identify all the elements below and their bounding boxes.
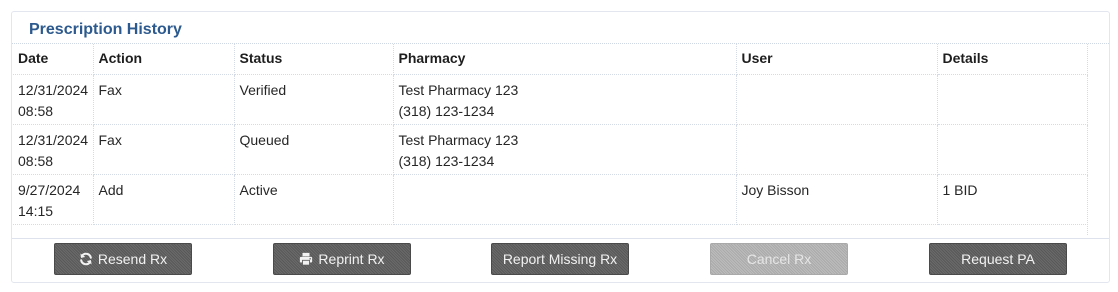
table-row[interactable]: 12/31/2024 08:58 Fax Queued Test Pharmac… bbox=[13, 124, 1088, 175]
cell-user bbox=[736, 74, 938, 125]
request-pa-label: Request PA bbox=[961, 251, 1035, 267]
date-value: 12/31/2024 bbox=[18, 81, 89, 98]
table-row[interactable]: 9/27/2024 14:15 Add Active Joy Bisson 1 … bbox=[13, 174, 1088, 225]
cell-pharmacy: Test Pharmacy 123 (318) 123-1234 bbox=[393, 74, 737, 125]
resend-rx-button[interactable]: Resend Rx bbox=[54, 243, 192, 275]
pharmacy-phone: (318) 123-1234 bbox=[398, 152, 495, 169]
prescription-history-panel: Prescription History Date Action Status … bbox=[11, 11, 1110, 283]
cell-status: Queued bbox=[234, 124, 394, 175]
cell-user bbox=[736, 124, 938, 175]
cell-date: 12/31/2024 08:58 bbox=[13, 124, 94, 175]
cell-action: Add bbox=[93, 174, 235, 225]
cell-details bbox=[937, 124, 1088, 175]
table-scroll-gutter bbox=[1087, 44, 1109, 235]
cell-pharmacy: Test Pharmacy 123 (318) 123-1234 bbox=[393, 124, 737, 175]
prescription-history-table: Date Action Status Pharmacy User Details… bbox=[13, 44, 1088, 225]
cell-action: Fax bbox=[93, 124, 235, 175]
panel-title: Prescription History bbox=[29, 21, 182, 38]
cell-date: 9/27/2024 14:15 bbox=[13, 174, 94, 225]
column-header-status[interactable]: Status bbox=[234, 44, 394, 75]
button-bar-divider bbox=[12, 238, 1109, 239]
report-missing-rx-button[interactable]: Report Missing Rx bbox=[491, 243, 629, 275]
column-header-action[interactable]: Action bbox=[93, 44, 235, 75]
cell-details bbox=[937, 74, 1088, 125]
column-header-details[interactable]: Details bbox=[937, 44, 1088, 75]
table-header-row: Date Action Status Pharmacy User Details bbox=[13, 44, 1088, 75]
time-value: 14:15 bbox=[18, 202, 54, 219]
report-missing-rx-label: Report Missing Rx bbox=[502, 251, 618, 267]
cell-status: Active bbox=[234, 174, 394, 225]
cancel-rx-button[interactable]: Cancel Rx bbox=[710, 243, 848, 275]
refresh-icon bbox=[79, 252, 93, 266]
cell-date: 12/31/2024 08:58 bbox=[13, 74, 94, 125]
reprint-rx-label: Reprint Rx bbox=[318, 251, 385, 267]
pharmacy-name: Test Pharmacy 123 bbox=[398, 81, 519, 98]
cancel-rx-label: Cancel Rx bbox=[746, 251, 812, 267]
cell-status: Verified bbox=[234, 74, 394, 125]
print-icon bbox=[299, 252, 313, 266]
pharmacy-phone: (318) 123-1234 bbox=[398, 102, 495, 119]
cell-user: Joy Bisson bbox=[736, 174, 938, 225]
time-value: 08:58 bbox=[18, 152, 54, 169]
column-header-user[interactable]: User bbox=[736, 44, 938, 75]
cell-action: Fax bbox=[93, 74, 235, 125]
pharmacy-name: Test Pharmacy 123 bbox=[398, 131, 519, 148]
table-row[interactable]: 12/31/2024 08:58 Fax Verified Test Pharm… bbox=[13, 74, 1088, 125]
reprint-rx-button[interactable]: Reprint Rx bbox=[273, 243, 411, 275]
cell-details: 1 BID bbox=[937, 174, 1088, 225]
date-value: 12/31/2024 bbox=[18, 131, 89, 148]
column-header-pharmacy[interactable]: Pharmacy bbox=[393, 44, 737, 75]
cell-pharmacy bbox=[393, 174, 737, 225]
date-value: 9/27/2024 bbox=[18, 181, 81, 198]
resend-rx-label: Resend Rx bbox=[97, 251, 168, 267]
column-header-date[interactable]: Date bbox=[13, 44, 94, 75]
request-pa-button[interactable]: Request PA bbox=[929, 243, 1067, 275]
time-value: 08:58 bbox=[18, 102, 54, 119]
